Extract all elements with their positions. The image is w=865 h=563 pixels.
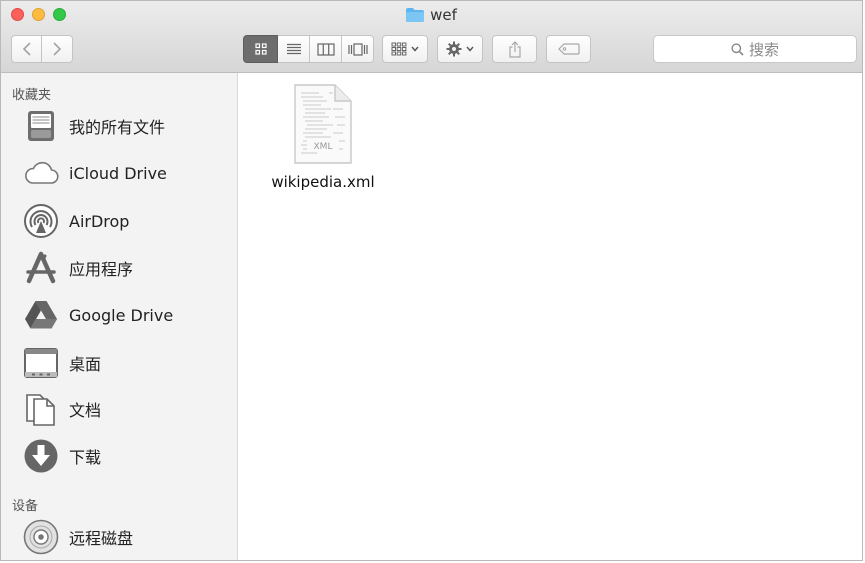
sidebar-item-label: 桌面 <box>69 355 102 374</box>
search-field[interactable]: 搜索 <box>653 35 857 63</box>
sidebar-item-documents[interactable]: 文档 <box>21 389 231 429</box>
sidebar-item-applications[interactable]: 应用程序 <box>21 248 231 288</box>
tags-button[interactable] <box>546 35 591 63</box>
sidebar-item-desktop[interactable]: 桌面 <box>21 343 231 383</box>
view-mode-control <box>243 35 374 63</box>
chevron-left-icon <box>22 42 31 56</box>
window-title-text: wef <box>430 6 457 24</box>
sidebar-item-label: Google Drive <box>69 305 174 325</box>
google-drive-icon <box>25 301 57 329</box>
sidebar: 收藏夹 我的所有文件 iCloud Drive AirDrop 应用程序 Goo… <box>1 73 238 560</box>
airdrop-icon <box>24 204 58 238</box>
file-item[interactable]: XML wikipedia.xml <box>268 83 378 191</box>
applications-icon <box>26 251 56 284</box>
chevron-down-icon <box>466 46 474 52</box>
share-button[interactable] <box>492 35 537 63</box>
finder-window: wef 搜索 收藏夹 我的所有文件 iCloud Drive AirDrop 应… <box>0 0 863 561</box>
desktop-icon <box>24 348 58 378</box>
tag-icon <box>557 43 580 55</box>
sidebar-item-label: iCloud Drive <box>69 163 167 183</box>
cover-flow-view-button[interactable] <box>342 35 374 63</box>
sidebar-item-all-files[interactable]: 我的所有文件 <box>21 106 231 146</box>
back-button[interactable] <box>11 35 42 63</box>
gear-icon <box>446 41 462 57</box>
file-name: wikipedia.xml <box>271 173 375 191</box>
navigation-buttons <box>11 35 73 63</box>
action-button[interactable] <box>437 35 483 63</box>
xml-file-icon: XML <box>294 84 352 164</box>
titlebar: wef 搜索 <box>1 1 862 73</box>
downloads-icon <box>24 439 58 473</box>
arrange-button[interactable] <box>382 35 428 63</box>
file-browser-area: XML wikipedia.xml <box>238 73 862 560</box>
chevron-right-icon <box>53 42 62 56</box>
all-files-icon <box>28 111 54 141</box>
sidebar-item-icloud-drive[interactable]: iCloud Drive <box>21 153 231 193</box>
sidebar-item-google-drive[interactable]: Google Drive <box>21 295 231 335</box>
documents-icon <box>26 394 55 426</box>
sidebar-item-remote-disc[interactable]: 远程磁盘 <box>21 517 231 557</box>
sidebar-item-downloads[interactable]: 下载 <box>21 436 231 476</box>
column-view-icon <box>316 42 335 56</box>
file-type-label: XML <box>314 142 333 152</box>
sidebar-item-label: 文档 <box>69 401 102 420</box>
icon-view-icon <box>254 43 267 55</box>
sidebar-item-label: 下载 <box>69 448 102 467</box>
window-title: wef <box>1 6 862 24</box>
sidebar-item-label: 应用程序 <box>69 260 134 279</box>
devices-header: 设备 <box>12 499 39 514</box>
share-icon <box>508 40 521 58</box>
icon-view-button[interactable] <box>243 35 278 63</box>
sidebar-item-label: 远程磁盘 <box>69 529 134 548</box>
cover-flow-icon <box>347 42 368 56</box>
list-view-button[interactable] <box>278 35 310 63</box>
folder-icon <box>406 8 425 22</box>
forward-button[interactable] <box>42 35 73 63</box>
sidebar-item-label: AirDrop <box>69 211 130 231</box>
icloud-icon <box>25 161 59 184</box>
sidebar-item-airdrop[interactable]: AirDrop <box>21 201 231 241</box>
search-placeholder: 搜索 <box>748 40 779 59</box>
sidebar-item-label: 我的所有文件 <box>69 118 166 137</box>
search-icon <box>731 42 744 56</box>
list-view-icon <box>286 43 301 55</box>
column-view-button[interactable] <box>310 35 342 63</box>
remote-disc-icon <box>23 519 59 555</box>
chevron-down-icon <box>411 46 419 52</box>
arrange-grid-icon <box>391 42 407 56</box>
favorites-header: 收藏夹 <box>12 88 52 103</box>
